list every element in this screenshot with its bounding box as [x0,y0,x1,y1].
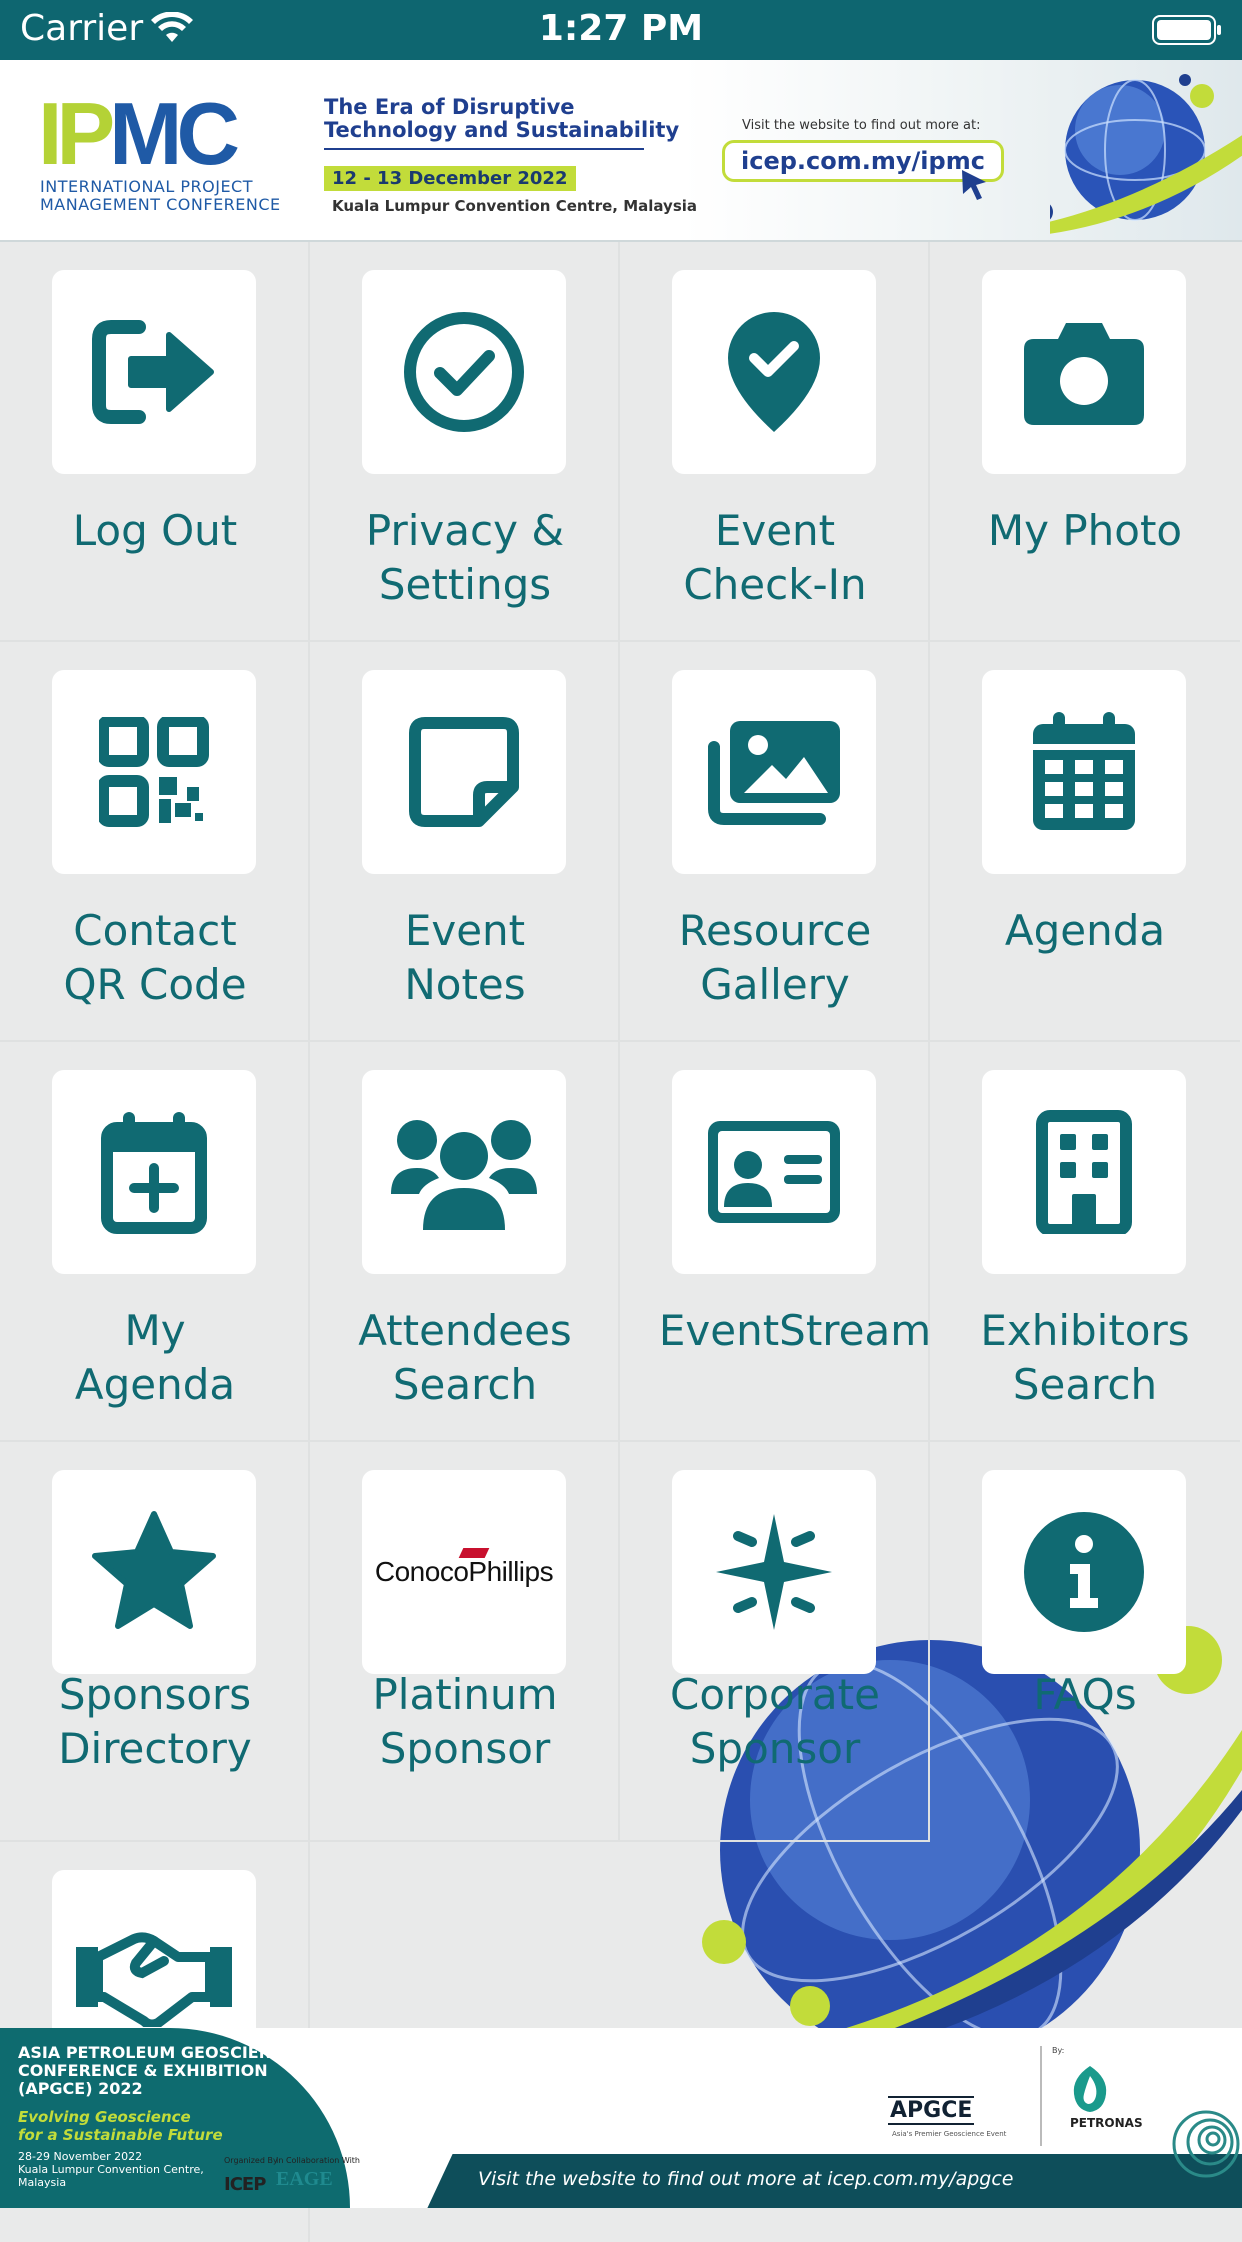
grid-item-label: Exhibitors Search [980,1306,1190,1409]
petronas-logo-icon [1073,2066,1107,2112]
tile[interactable] [52,670,256,874]
handshake-icon [76,1932,232,2027]
grid-item-platinum-sponsor[interactable]: ConocoPhillips Platinum Sponsor [310,1442,620,1842]
grid-item-exhibitors-search[interactable]: Exhibitors Search [930,1042,1240,1442]
grid-item-event-notes[interactable]: Event Notes [310,642,620,1042]
icep-logo: ICEP [224,2174,266,2195]
grid-item-my-agenda[interactable]: My Agenda [0,1042,310,1442]
clock: 1:27 PM [538,8,704,49]
conference-theme: The Era of Disruptive Technology and Sus… [324,95,680,142]
petronas-logo: PETRONAS [1070,2116,1143,2130]
grid-item-privacy-settings[interactable]: Privacy & Settings [310,242,620,642]
map-pin-check-icon [728,312,820,432]
grid-item-label: Agenda [1004,906,1166,955]
tile[interactable] [362,1070,566,1274]
logout-icon [92,320,214,424]
grid-item-resource-gallery[interactable]: Resource Gallery [620,642,930,1042]
sparkle-icon [716,1514,832,1630]
grid-item-label: EventStream [658,1306,932,1355]
grid-item-label: Platinum Sponsor [372,1670,558,1773]
grid-item-label: Privacy & Settings [365,506,565,609]
logo-divider [1040,2046,1042,2146]
qr-code-icon [99,717,209,827]
eage-logo: EAGE [276,2168,333,2190]
tile[interactable] [982,1470,1186,1674]
by-label: By: [1052,2046,1065,2055]
grid-item-attendees-search[interactable]: Attendees Search [310,1042,620,1442]
grid-item-label: Resource Gallery [678,906,872,1009]
tile[interactable] [672,270,876,474]
cursor-icon [962,170,986,200]
conocophillips-logo: ConocoPhillips [375,1548,554,1588]
ipmc-banner[interactable]: IPMC INTERNATIONAL PROJECT MANAGEMENT CO… [0,60,1242,242]
apgce-date-venue: 28-29 November 2022 Kuala Lumpur Convent… [18,2150,204,2189]
tile[interactable] [52,1470,256,1674]
grid-item-log-out[interactable]: Log Out [0,242,310,642]
grid-item-corporate-sponsor[interactable]: Corporate Sponsor [620,1442,930,1842]
info-icon [1024,1512,1144,1632]
calendar-plus-icon [101,1112,207,1234]
conference-venue: Kuala Lumpur Convention Centre, Malaysia [332,197,698,215]
grid-item-sponsors-directory[interactable]: Sponsors Directory [0,1442,310,1842]
grid-item-label: Corporate Sponsor [670,1670,880,1773]
conference-dates: 12 - 13 December 2022 [324,166,576,191]
tile[interactable] [982,1070,1186,1274]
visit-text: Visit the website to find out more at: [742,118,981,133]
tile[interactable] [672,1470,876,1674]
tile[interactable] [672,670,876,874]
tile[interactable] [982,270,1186,474]
apgce-logo-sub: Asia's Premier Geoscience Event [892,2130,1007,2138]
apgce-visit-link[interactable]: Visit the website to find out more at ic… [478,2168,1014,2190]
tile[interactable]: ConocoPhillips [362,1470,566,1674]
tile[interactable] [362,270,566,474]
grid-item-label: Event Check-In [683,506,867,609]
grid-item-label: Attendees Search [358,1306,572,1409]
grid-item-label: Contact QR Code [63,906,247,1009]
theme-underline [324,148,644,150]
globe-decoration [1050,74,1242,234]
grid-item-event-check-in[interactable]: Event Check-In [620,242,930,642]
note-icon [409,717,519,827]
tile[interactable] [982,670,1186,874]
tile[interactable] [52,270,256,474]
calendar-icon [1033,712,1135,830]
check-circle-icon [404,312,524,432]
grid-item-label: FAQs [1033,1670,1137,1719]
building-icon [1036,1110,1132,1234]
images-icon [708,721,840,825]
ipmc-subtitle: INTERNATIONAL PROJECT MANAGEMENT CONFERE… [40,177,281,214]
organized-by-label: Organized By [224,2156,278,2165]
grid-item-label: Log Out [72,506,238,555]
tile[interactable] [52,1070,256,1274]
grid-item-agenda[interactable]: Agenda [930,642,1240,1042]
grid-item-label: My Agenda [74,1306,236,1409]
apgce-banner[interactable]: ASIA PETROLEUM GEOSCIENCE CONFERENCE & E… [0,2028,1242,2208]
ammonite-shell-decoration [1172,2110,1240,2178]
status-bar: Carrier 1:27 PM [0,0,1242,60]
apgce-logo: APGCE [888,2096,975,2125]
grid-item-label: Sponsors Directory [58,1670,252,1773]
battery-icon [1152,15,1221,45]
grid-item-eventstream[interactable]: EventStream [620,1042,931,1442]
grid-item-my-photo[interactable]: My Photo [930,242,1240,642]
tile[interactable] [362,670,566,874]
tile[interactable] [672,1070,876,1274]
grid-item-contact-qr-code[interactable]: Contact QR Code [0,642,310,1042]
id-card-icon [708,1121,840,1223]
star-icon [92,1511,216,1629]
ipmc-logo: IPMC [38,84,240,183]
collaboration-label: In Collaboration With [276,2156,360,2165]
apgce-title: ASIA PETROLEUM GEOSCIENCE CONFERENCE & E… [18,2043,295,2098]
apgce-tagline: Evolving Geoscience for a Sustainable Fu… [18,2108,223,2144]
camera-icon [1024,323,1144,425]
users-icon [391,1120,537,1230]
grid-item-faqs[interactable]: FAQs [930,1442,1240,1842]
grid-item-label: My Photo [987,506,1183,555]
grid-item-label: Event Notes [404,906,526,1009]
